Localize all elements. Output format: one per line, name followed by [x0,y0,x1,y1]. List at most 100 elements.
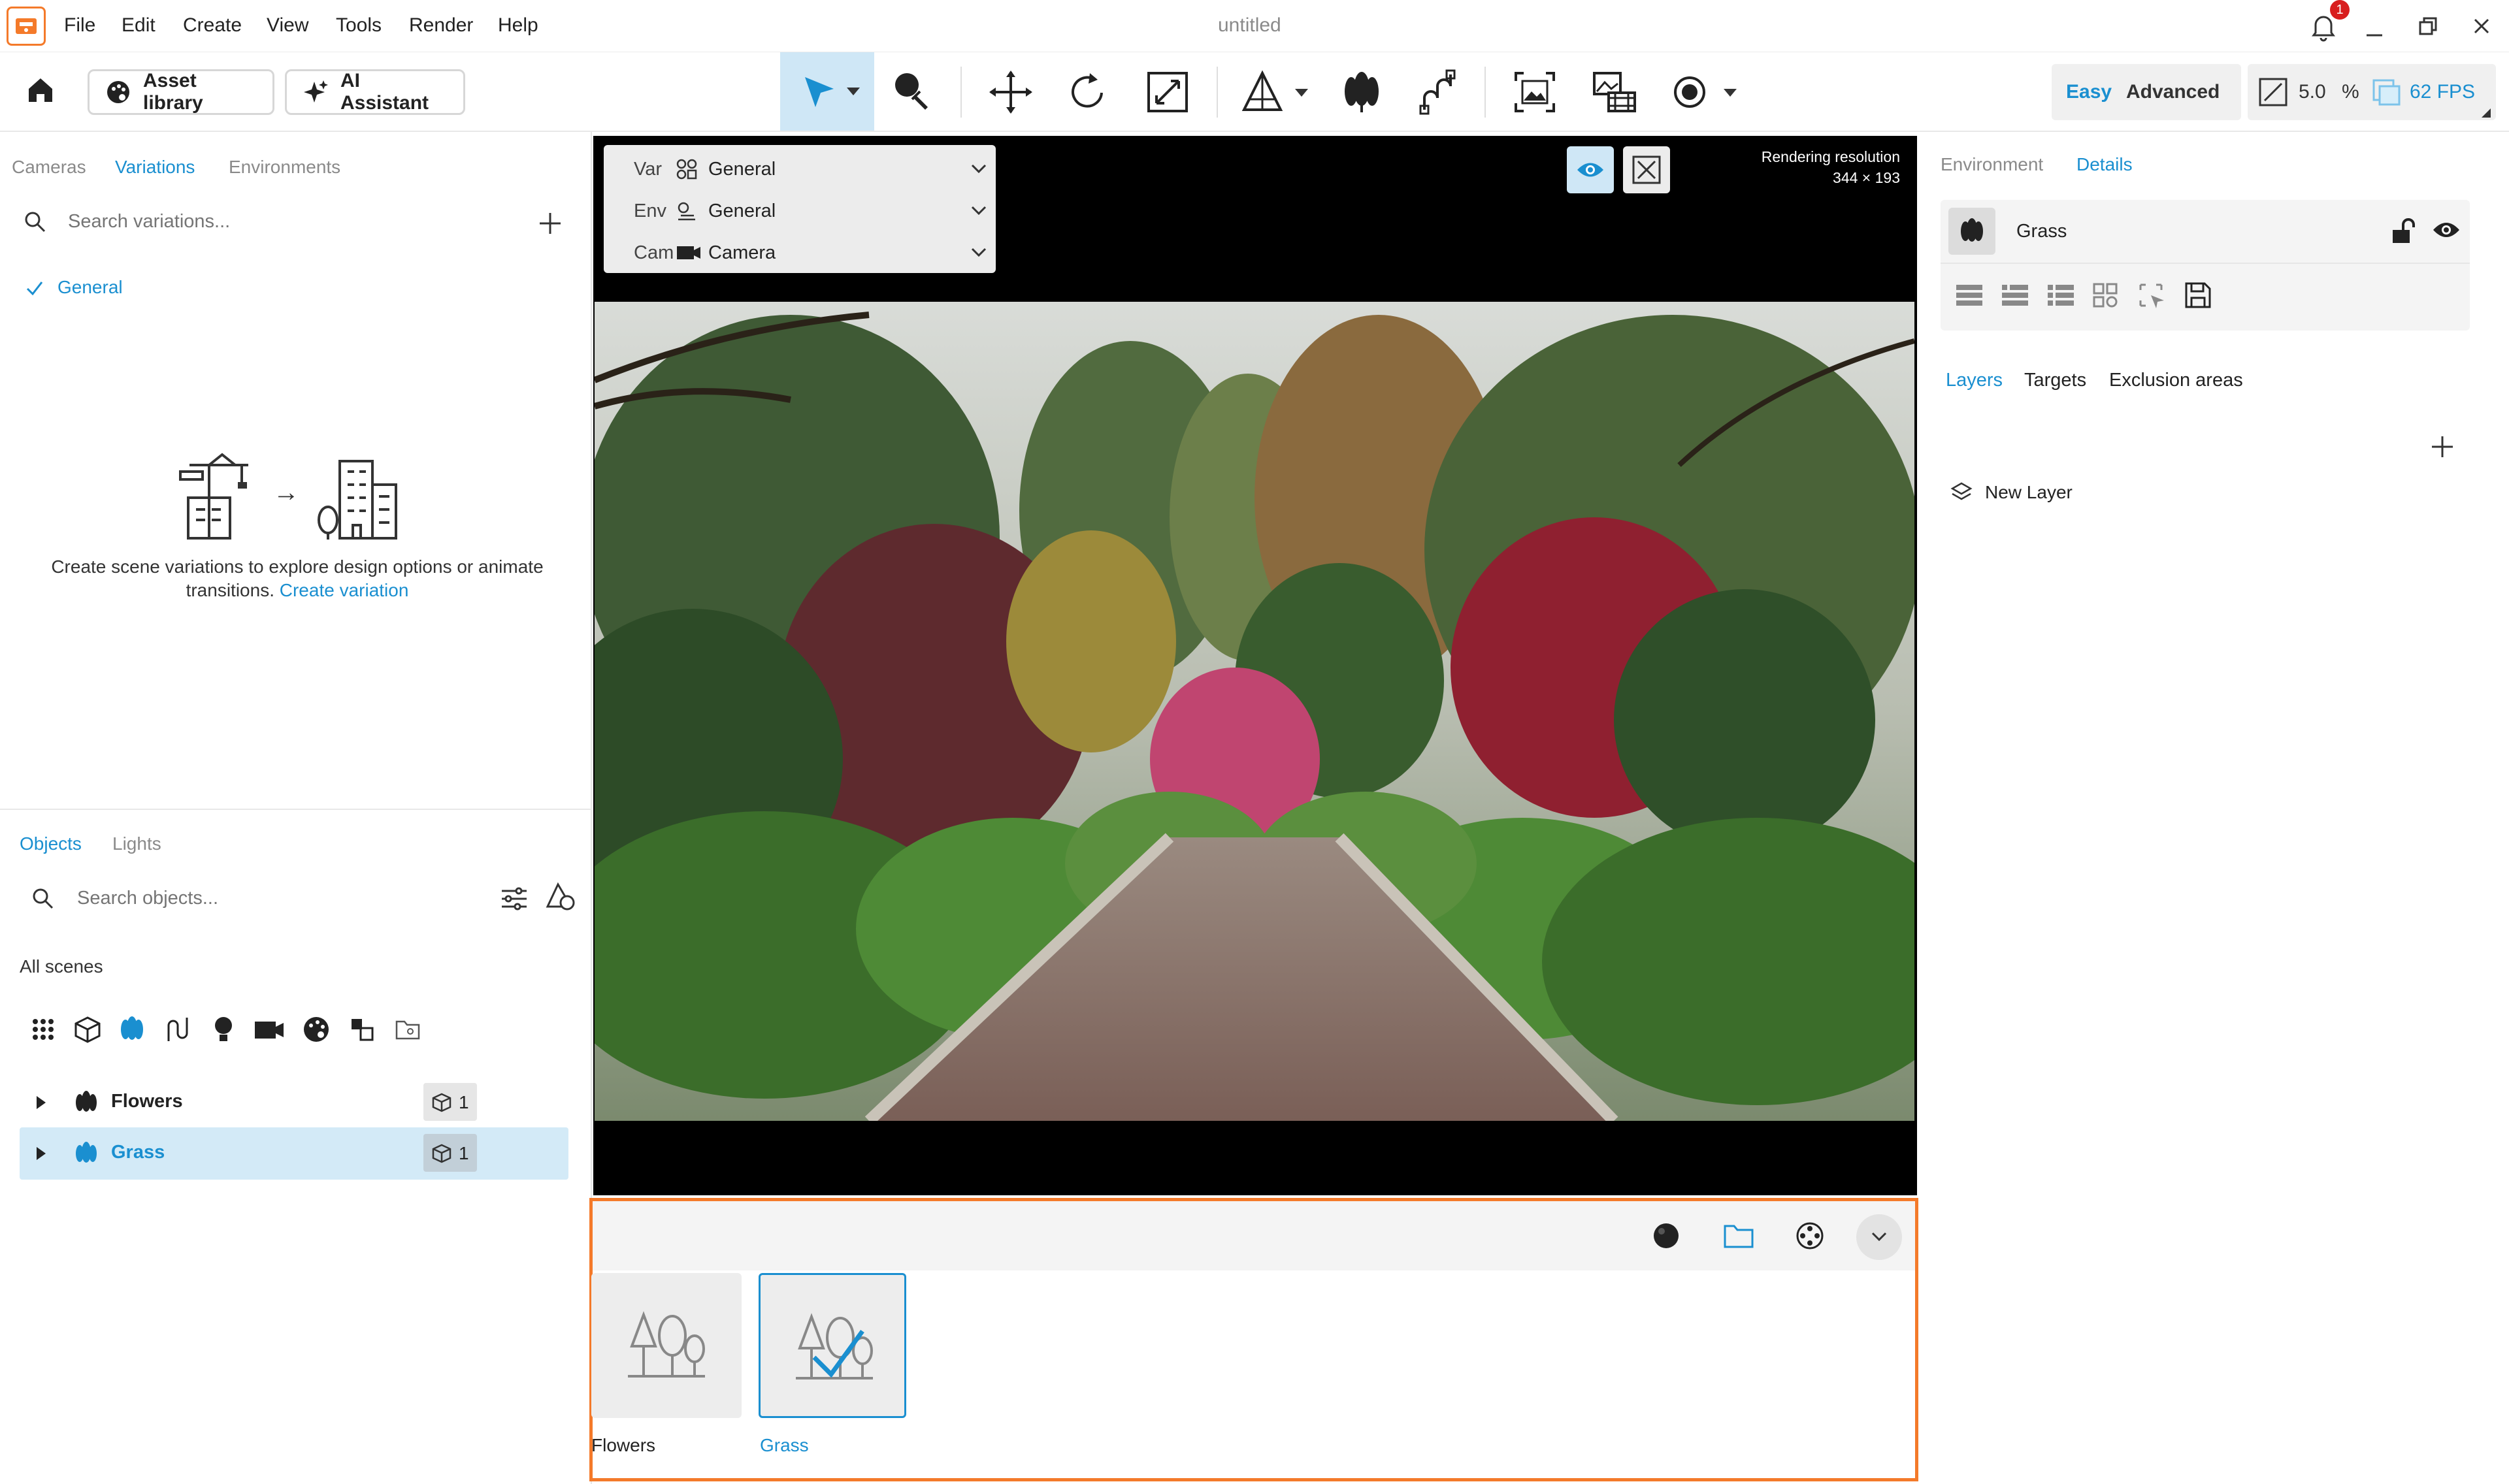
asset-card-flowers[interactable] [591,1273,742,1418]
asset-label-flowers: Flowers [591,1435,656,1455]
paint-tool[interactable] [889,68,937,116]
tab-objects[interactable]: Objects [20,833,82,854]
list-item[interactable]: Grass 1 [20,1127,568,1180]
screenshot-tool[interactable] [1511,68,1559,116]
detail-list-icon[interactable] [2001,282,2029,308]
menu-render[interactable]: Render [409,14,473,37]
cam-label: Cam [634,242,674,263]
select-area-icon[interactable] [2138,282,2167,308]
tab-environments[interactable]: Environments [229,157,340,178]
light-icon[interactable] [210,1015,237,1044]
scale-tool[interactable] [1143,68,1192,116]
fps-counter: 62 FPS [2410,81,2476,103]
move-tool[interactable] [987,68,1035,116]
menu-create[interactable]: Create [183,14,242,37]
variation-item-general[interactable]: General [57,277,123,298]
save-icon[interactable] [2184,281,2212,310]
mode-easy-button[interactable]: Easy [2066,81,2112,103]
fullscreen-icon[interactable] [1623,146,1670,193]
search-objects-input[interactable] [77,883,456,913]
camera-icon [677,246,700,259]
instance-count-badge: 1 [423,1083,477,1121]
environment-dropdown[interactable]: Env General [615,192,988,230]
media-tool[interactable] [1590,68,1639,116]
cube-icon[interactable] [73,1015,102,1044]
window-title: untitled [1218,14,1281,36]
asset-panel-header [593,1201,1915,1270]
filter-settings-icon[interactable] [499,883,529,913]
list-item[interactable]: Flowers 1 [20,1076,568,1129]
percent-sign: % [2342,81,2359,103]
camera-icon[interactable] [254,1016,285,1042]
object-name: Flowers [111,1091,183,1112]
sphere-icon[interactable] [1651,1221,1681,1251]
minimize-icon[interactable] [2361,16,2387,42]
variations-icon [676,159,697,180]
title-bar: File Edit Create View Tools Render Help … [0,0,2509,52]
list-view-icon[interactable] [1955,282,1984,308]
place-tool[interactable] [1240,68,1312,116]
film-reel-icon[interactable] [1795,1221,1825,1251]
asset-label-grass: Grass [760,1435,809,1455]
home-icon[interactable] [22,72,59,108]
transform-icon[interactable] [349,1016,375,1042]
tab-variations[interactable]: Variations [115,157,195,178]
ai-assistant-button[interactable]: AI Assistant [285,69,465,115]
shapes-icon[interactable] [545,882,576,913]
list-item[interactable]: New Layer [1950,476,2407,512]
3d-viewport[interactable]: Var General Env General Cam Camera Rende… [593,136,1917,1195]
tab-cameras[interactable]: Cameras [12,157,86,178]
instance-count: 1 [459,1092,469,1112]
restore-icon[interactable] [2415,13,2441,39]
render-stats[interactable]: 5.0 % 62 FPS [2248,64,2496,120]
close-icon[interactable] [2468,13,2495,39]
tab-lights[interactable]: Lights [112,833,161,854]
path-tool[interactable] [1414,68,1462,116]
menu-tools[interactable]: Tools [336,14,382,37]
tab-details[interactable]: Details [2076,154,2133,175]
grid-view-icon[interactable] [2092,282,2121,308]
grid-icon[interactable] [30,1016,56,1042]
folder-icon[interactable] [395,1018,421,1041]
menu-edit[interactable]: Edit [122,14,156,37]
menu-file[interactable]: File [64,14,95,37]
tab-environment[interactable]: Environment [1941,154,2043,175]
rendering-resolution: Rendering resolution 344 × 193 [1704,146,1900,188]
asset-library-button[interactable]: Asset library [88,69,274,115]
rotate-tool[interactable] [1064,68,1112,116]
menu-help[interactable]: Help [498,14,538,37]
eye-icon[interactable] [1567,146,1614,193]
subtab-layers[interactable]: Layers [1946,370,2003,391]
new-layer-label: New Layer [1985,482,2073,502]
app-logo-icon[interactable] [7,7,46,46]
city-buildings-icon [314,452,405,543]
object-name: Grass [111,1142,165,1163]
folder-icon[interactable] [1723,1222,1754,1250]
collapse-panel-button[interactable] [1856,1214,1902,1260]
vegetation-icon[interactable] [118,1015,146,1044]
search-variations-input[interactable] [68,206,460,236]
add-variation-button[interactable] [536,209,565,238]
asset-card-grass[interactable] [759,1273,906,1418]
record-tool[interactable] [1670,68,1742,116]
render-preview[interactable] [595,302,1914,1121]
lock-icon[interactable] [2389,217,2418,246]
variation-dropdown[interactable]: Var General [615,150,988,188]
create-variation-link[interactable]: Create variation [280,580,409,600]
camera-dropdown[interactable]: Cam Camera [615,234,988,272]
add-layer-button[interactable] [2428,432,2457,461]
compact-list-icon[interactable] [2046,282,2075,308]
visibility-eye-icon[interactable] [2432,219,2461,240]
subtab-exclusion-areas[interactable]: Exclusion areas [2109,370,2243,391]
subtab-targets[interactable]: Targets [2024,370,2086,391]
material-icon[interactable] [302,1015,331,1044]
search-icon [24,210,47,234]
mode-advanced-button[interactable]: Advanced [2126,81,2220,103]
palette-icon [105,79,131,105]
select-tool[interactable] [780,52,874,131]
path-icon[interactable] [165,1015,191,1044]
scatter-tool[interactable] [1337,68,1385,116]
menu-view[interactable]: View [267,14,308,37]
environment-icon [678,202,695,221]
search-objects-icon [31,887,55,911]
